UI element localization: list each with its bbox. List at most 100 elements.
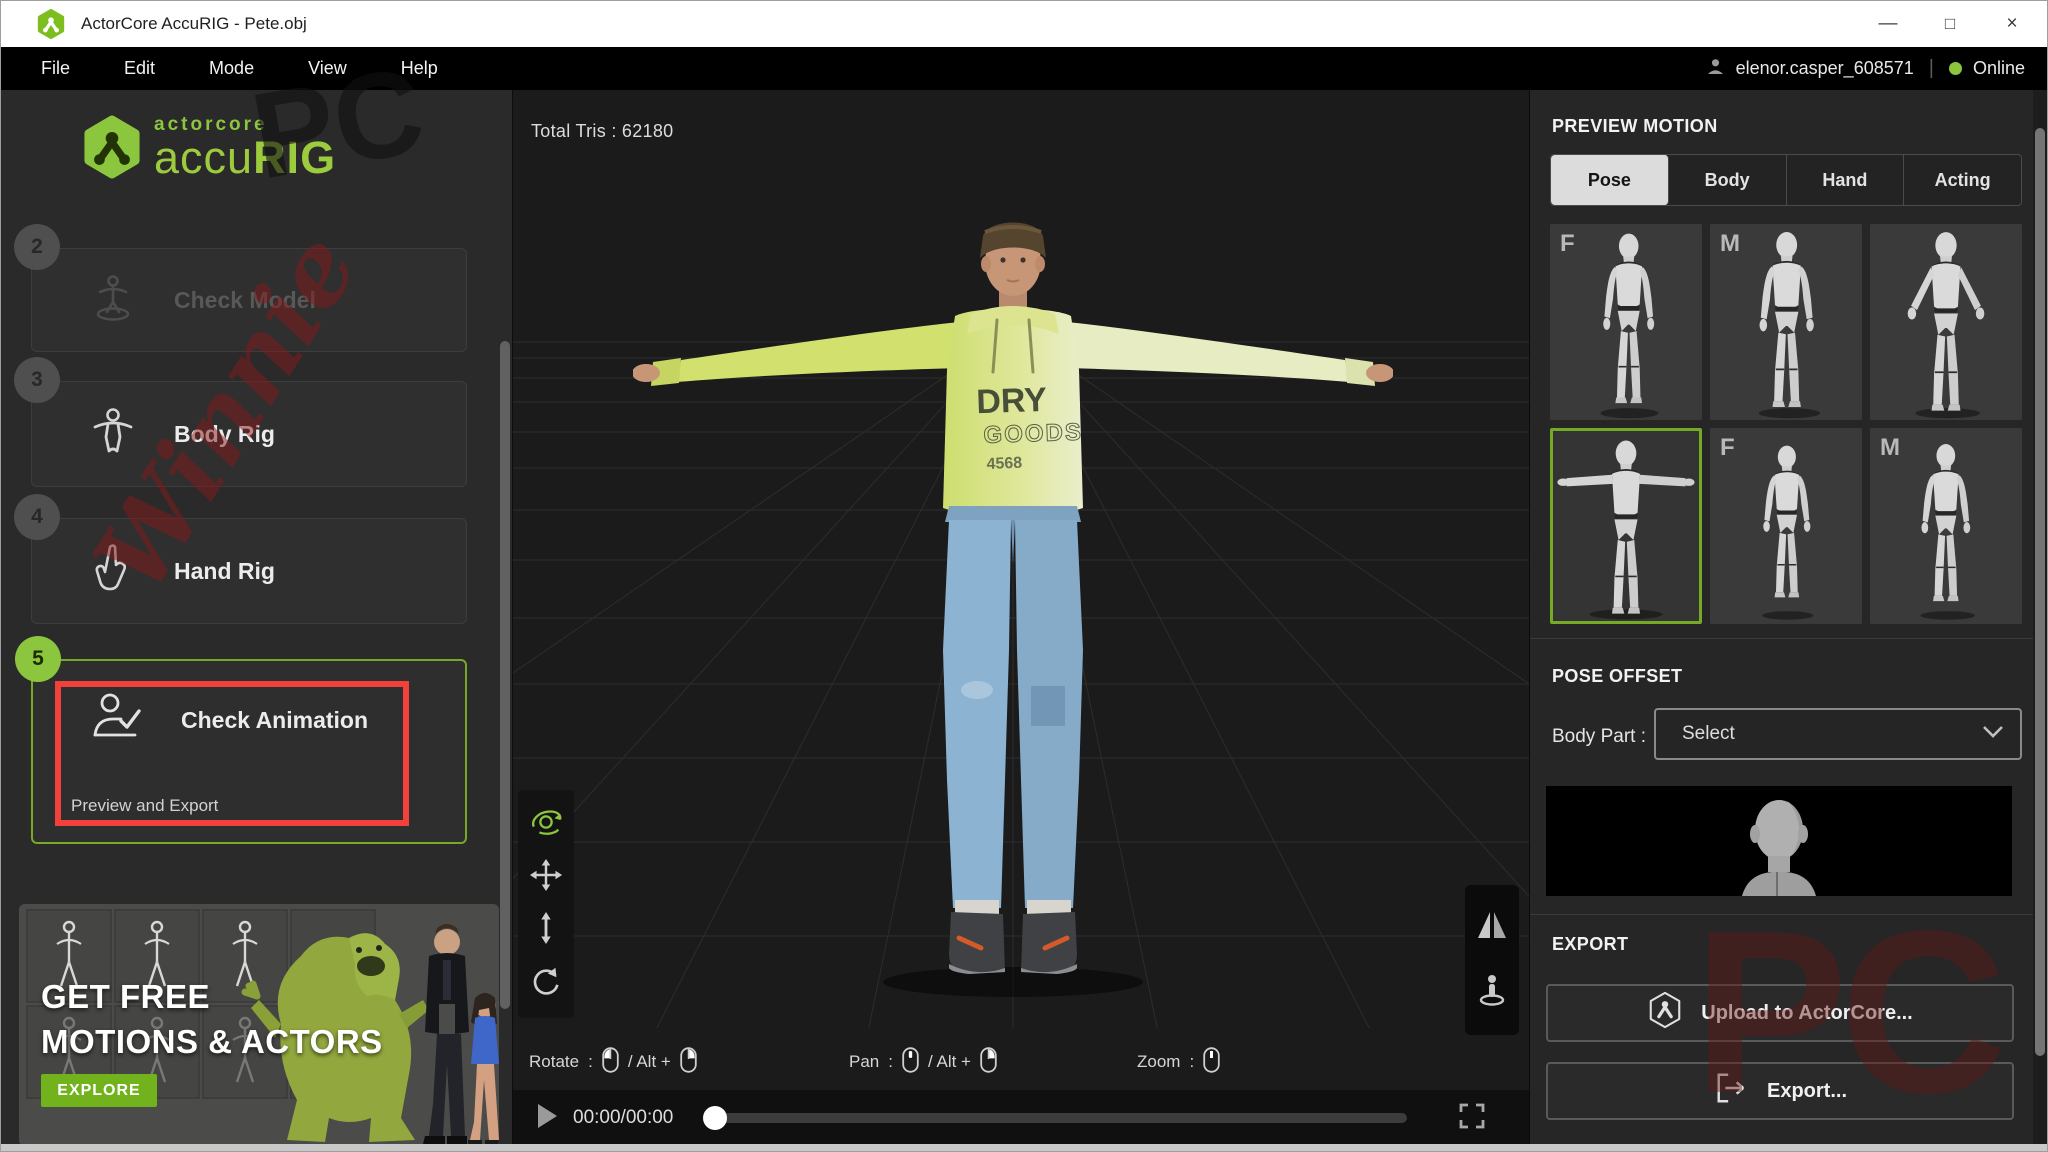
offset-preview-box[interactable] [1546, 786, 2012, 896]
pose-thumbnail-apose[interactable] [1870, 224, 2022, 420]
body-part-select[interactable]: Select [1654, 708, 2022, 760]
reset-view-tool-icon[interactable] [529, 964, 563, 1003]
window-bottom-edge [1, 1144, 2047, 1151]
step-2-badge: 2 [14, 224, 60, 270]
accurig-logo-icon [83, 114, 141, 185]
playback-time: 00:00/00:00 [573, 1107, 674, 1128]
divider [1530, 914, 2047, 915]
step-body-rig[interactable]: 3 Body Rig [14, 357, 467, 487]
menu-help[interactable]: Help [401, 58, 438, 79]
alt-modifier: / Alt + [627, 1052, 671, 1071]
zoom-hint-label: Zoom [1137, 1052, 1181, 1071]
titlebar: ActorCore AccuRIG - Pete.obj — □ × [1, 1, 2047, 47]
timeline-slider[interactable] [703, 1106, 1407, 1130]
rotate-hint-label: Rotate [529, 1052, 580, 1071]
pose-thumbnail-f1[interactable]: F [1550, 224, 1702, 420]
mouse-right-icon [980, 1046, 997, 1078]
explore-button[interactable]: EXPLORE [41, 1074, 157, 1107]
mannequin-figure [1870, 224, 2022, 419]
ground-snap-icon[interactable] [1474, 971, 1510, 1012]
mannequin-figure [1600, 224, 1659, 419]
viewport-3d[interactable]: Total Tris : 62180 DRY GOODS 4568 Rotate… [513, 90, 1529, 1151]
viewport-toolbar [518, 790, 574, 1018]
vertical-move-tool-icon[interactable] [529, 911, 563, 950]
sidebar: actorcore accuRIG 2 Check Model 3 Body R… [1, 90, 513, 1151]
mirror-icon[interactable] [1474, 908, 1510, 945]
menu-mode[interactable]: Mode [209, 58, 254, 79]
timeline-thumb[interactable] [703, 1106, 727, 1130]
viewport-sidetools [1465, 885, 1519, 1035]
user-icon [1706, 57, 1725, 81]
sidebar-scrollbar[interactable] [500, 341, 510, 1009]
menu-separator: | [1928, 57, 1934, 79]
mouse-left-icon [602, 1046, 619, 1078]
svg-text:4568: 4568 [986, 455, 1022, 473]
close-button[interactable]: × [1981, 1, 2043, 47]
minimize-button[interactable]: — [1857, 1, 1919, 47]
actorcore-hexagon-icon [1647, 991, 1683, 1035]
export-arrow-icon [1713, 1071, 1749, 1111]
colon: : [1189, 1052, 1195, 1071]
step-check-model[interactable]: 2 Check Model [14, 224, 467, 352]
motion-tabs: Pose Body Hand Acting [1550, 154, 2022, 206]
export-button[interactable]: Export... [1546, 1062, 2014, 1120]
head-bust-figure [1546, 786, 2012, 896]
hand-rig-icon [90, 543, 136, 600]
upload-to-actorcore-button[interactable]: Upload to ActorCore... [1546, 984, 2014, 1042]
tab-pose[interactable]: Pose [1551, 155, 1669, 205]
total-tris-label: Total Tris : 62180 [531, 121, 674, 141]
mannequin-figure [1762, 428, 1814, 620]
menu-file[interactable]: File [41, 58, 70, 79]
pose-thumbnail-m1[interactable]: M [1710, 224, 1862, 420]
check-animation-icon [91, 691, 143, 750]
online-status-icon [1948, 62, 1962, 75]
step-4-label: Hand Rig [174, 557, 275, 584]
product-name: accuRIG [154, 132, 337, 183]
colon: : [588, 1052, 593, 1071]
mannequin-figure [1920, 428, 1975, 620]
divider [1530, 638, 2047, 639]
promo-headline: GET FREE MOTIONS & ACTORS [41, 978, 383, 1060]
colon: : [888, 1052, 893, 1071]
step-5-badge: 5 [15, 636, 61, 682]
tab-acting[interactable]: Acting [1904, 155, 2021, 205]
pose-thumbnail-f2[interactable]: F [1710, 428, 1862, 624]
pose-thumbnail-tpose-selected[interactable] [1550, 428, 1702, 624]
playback-bar: 00:00/00:00 [513, 1090, 1529, 1146]
right-panel: PREVIEW MOTION Pose Body Hand Acting F M [1529, 90, 2047, 1151]
step-2-label: Check Model [174, 286, 316, 313]
mouse-hints: Rotate : / Alt + Pan : / Alt + Zoom: [513, 1038, 1529, 1086]
maximize-button[interactable]: □ [1919, 1, 1981, 47]
mannequin-figure [1710, 224, 1821, 419]
step-5-label: Check Animation [181, 707, 369, 733]
menu-view[interactable]: View [308, 58, 347, 79]
step-3-label: Body Rig [174, 420, 275, 447]
preview-motion-title: PREVIEW MOTION [1552, 116, 1718, 136]
pose-thumbnail-m2[interactable]: M [1870, 428, 2022, 624]
mouse-wheel-icon [1203, 1046, 1220, 1078]
character-model[interactable]: DRY GOODS 4568 [633, 220, 1393, 1020]
fullscreen-icon[interactable] [1458, 1102, 1486, 1135]
svg-text:DRY: DRY [976, 381, 1048, 421]
orbit-tool-icon[interactable] [529, 805, 563, 844]
tab-hand[interactable]: Hand [1787, 155, 1905, 205]
pan-tool-icon[interactable] [529, 858, 563, 897]
mannequin-figure [1553, 431, 1699, 620]
online-status: Online [1972, 58, 2025, 78]
menu-edit[interactable]: Edit [124, 58, 155, 79]
username[interactable]: elenor.casper_608571 [1736, 58, 1914, 79]
panel-scrollbar[interactable] [2035, 128, 2045, 1056]
accurig-window: ActorCore AccuRIG - Pete.obj — □ × File … [0, 0, 2048, 1152]
step-hand-rig[interactable]: 4 Hand Rig [14, 494, 467, 624]
pose-grid: F M F M [1550, 224, 2022, 624]
step-check-animation[interactable]: 5 Check Animation Preview and Export [15, 636, 467, 844]
check-model-icon [90, 274, 136, 327]
svg-text:GOODS: GOODS [983, 419, 1083, 449]
promo-banner[interactable]: GET FREE MOTIONS & ACTORS EXPLORE [19, 904, 499, 1146]
step-3-badge: 3 [14, 357, 60, 403]
export-title: EXPORT [1552, 934, 1629, 954]
menubar: File Edit Mode View Help elenor.casper_6… [1, 47, 2047, 90]
mouse-middle-icon [902, 1046, 919, 1078]
play-button[interactable] [535, 1102, 559, 1135]
tab-body[interactable]: Body [1669, 155, 1787, 205]
